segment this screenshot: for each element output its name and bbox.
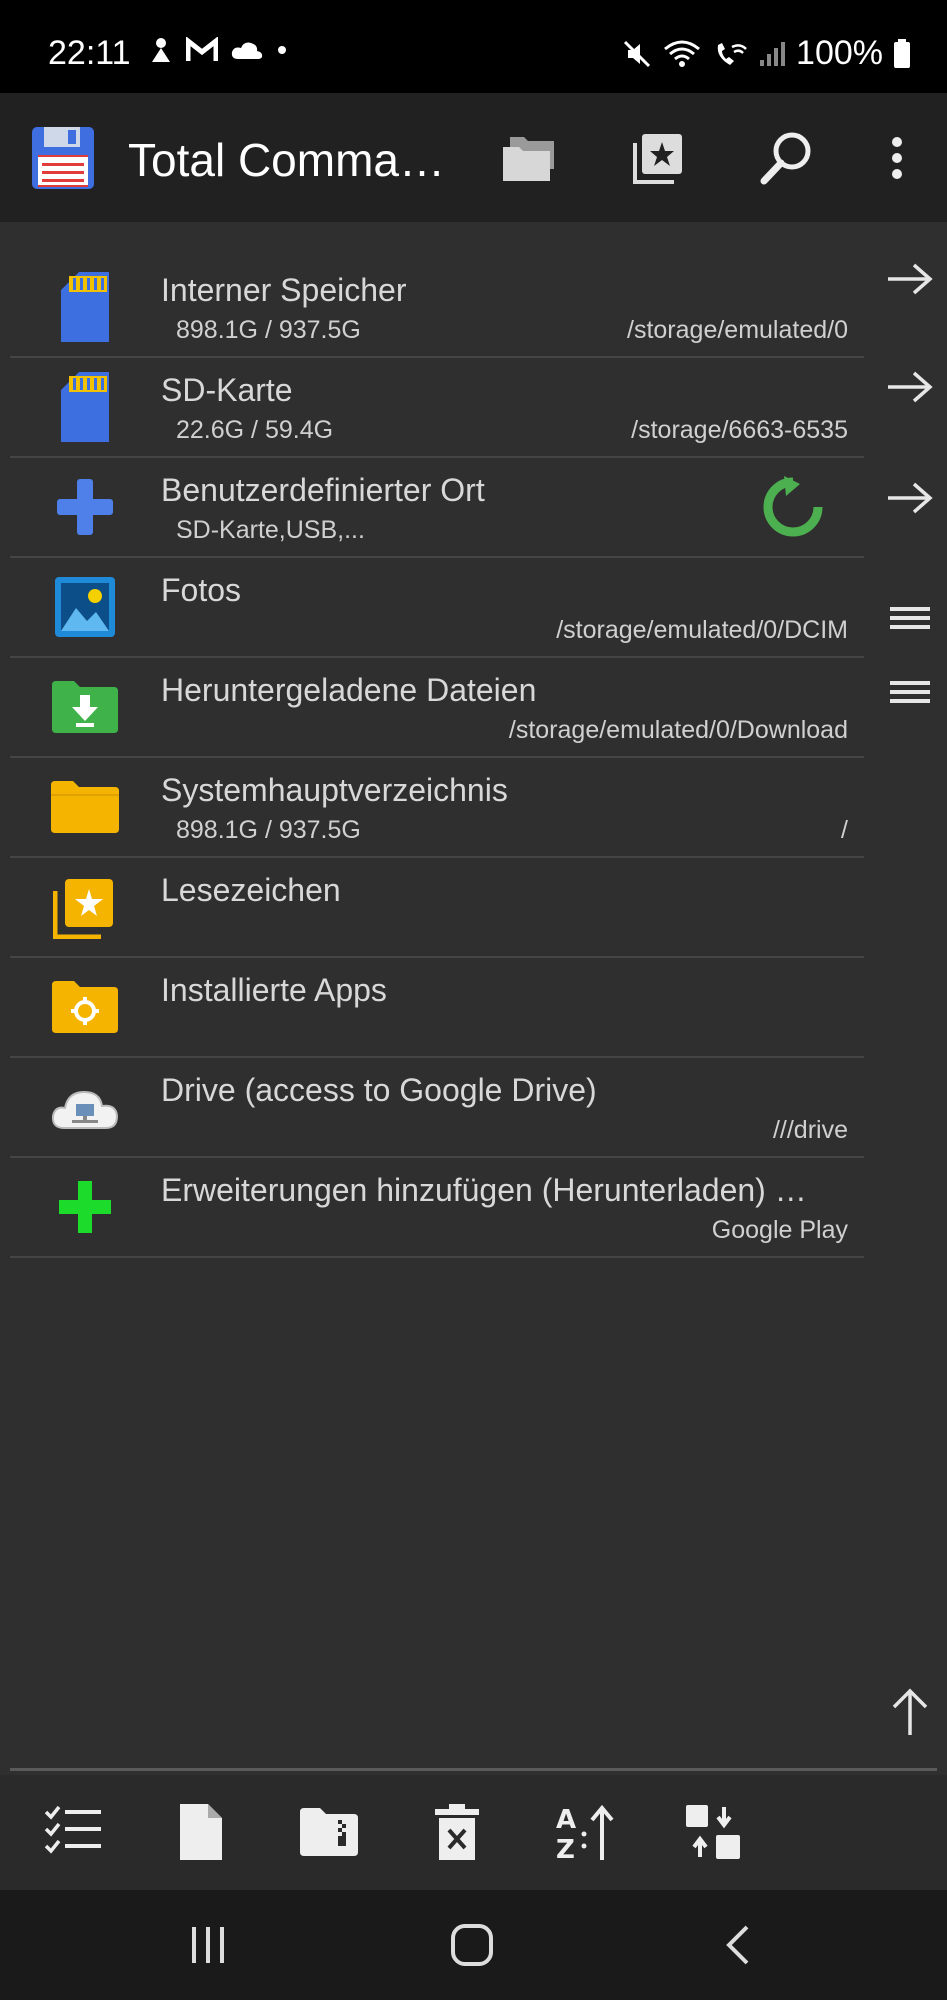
sd-card-icon	[46, 268, 124, 346]
status-right: 100%	[622, 34, 911, 73]
search-icon[interactable]	[752, 123, 822, 193]
bottom-toolbar: AZ	[0, 1775, 947, 1890]
arrow-right-icon[interactable]	[880, 254, 940, 304]
wifi-icon	[664, 40, 700, 67]
arrow-up-icon[interactable]	[880, 1682, 940, 1742]
toolbar-divider	[10, 1768, 937, 1771]
bookmarks-icon[interactable]	[624, 123, 694, 193]
item-path: /	[841, 816, 848, 844]
item-name: Drive (access to Google Drive)	[161, 1072, 597, 1108]
svg-text:Z: Z	[556, 1835, 575, 1862]
item-name: Lesezeichen	[161, 872, 341, 908]
list-item[interactable]: Installierte Apps	[10, 958, 864, 1058]
item-name: SD-Karte	[161, 372, 293, 408]
photo-icon	[46, 568, 124, 646]
system-nav-bar	[0, 1890, 947, 2000]
item-name: Installierte Apps	[161, 972, 387, 1008]
battery-percent: 100%	[796, 34, 883, 72]
select-list-icon[interactable]	[38, 1797, 108, 1867]
delete-icon[interactable]	[422, 1797, 492, 1867]
item-name: Systemhauptverzeichnis	[161, 772, 508, 808]
battery-icon	[894, 38, 910, 68]
plus-icon	[46, 468, 124, 546]
floppy-disk-icon[interactable]	[28, 123, 98, 193]
drag-handle-icon[interactable]	[880, 593, 940, 643]
green-plus-icon	[46, 1168, 124, 1246]
sort-az-icon[interactable]: AZ	[550, 1797, 620, 1867]
list-item[interactable]: Lesezeichen	[10, 858, 864, 958]
app-bar: Total Comma…	[0, 93, 947, 222]
notification-app-icon	[152, 38, 170, 62]
wifi-call-icon	[717, 42, 747, 65]
gmail-icon	[186, 37, 218, 61]
drag-handle-icon[interactable]	[880, 667, 940, 717]
item-path: ///drive	[772, 1116, 848, 1144]
list-item[interactable]: Systemhauptverzeichnis 898.1G / 937.5G /	[10, 758, 864, 858]
apps-folder-icon	[46, 968, 124, 1046]
list-item[interactable]: SD-Karte 22.6G / 59.4G /storage/6663-653…	[10, 358, 864, 458]
new-file-icon[interactable]	[166, 1797, 236, 1867]
bookmarks-folder-icon	[46, 868, 124, 946]
app-title: Total Comma…	[128, 134, 445, 186]
status-time: 22:11	[48, 34, 131, 72]
cloud-status-icon	[231, 42, 263, 59]
item-path: /storage/emulated/0/Download	[508, 716, 848, 744]
folder-icon	[46, 768, 124, 846]
dot-icon	[278, 46, 286, 54]
list-item[interactable]: Heruntergeladene Dateien /storage/emulat…	[10, 658, 864, 758]
list-item[interactable]: Drive (access to Google Drive) ///drive	[10, 1058, 864, 1158]
item-size: 22.6G / 59.4G	[176, 416, 334, 444]
refresh-icon[interactable]	[760, 474, 826, 545]
mute-icon	[623, 40, 651, 67]
item-size: SD-Karte,USB,...	[176, 516, 365, 544]
notification-icons	[148, 36, 288, 64]
status-bar: 22:11 100%	[0, 0, 947, 93]
list-item[interactable]: Interner Speicher 898.1G / 937.5G /stora…	[10, 258, 864, 358]
folders-icon[interactable]	[495, 123, 565, 193]
signal-icon	[760, 41, 786, 66]
arrow-right-icon[interactable]	[880, 362, 940, 412]
item-name: Benutzerdefinierter Ort	[161, 472, 485, 508]
svg-text:A: A	[556, 1805, 576, 1835]
location-list: Interner Speicher 898.1G / 937.5G /stora…	[10, 258, 864, 1258]
sd-card-icon	[46, 368, 124, 446]
item-name: Interner Speicher	[161, 272, 407, 308]
arrow-right-icon[interactable]	[880, 473, 940, 523]
recent-apps-icon[interactable]	[168, 1915, 248, 1975]
item-path: /storage/emulated/0/DCIM	[556, 616, 848, 644]
download-folder-icon	[46, 668, 124, 746]
swap-panels-icon[interactable]	[678, 1797, 748, 1867]
list-item[interactable]: Benutzerdefinierter Ort SD-Karte,USB,...	[10, 458, 864, 558]
cloud-icon	[46, 1068, 124, 1146]
item-size: 898.1G / 937.5G	[176, 816, 361, 844]
item-name: Erweiterungen hinzufügen (Herunterladen)…	[161, 1172, 807, 1208]
item-path: /storage/6663-6535	[631, 416, 848, 444]
item-path: Google Play	[711, 1216, 848, 1244]
item-name: Fotos	[161, 572, 242, 608]
item-size: 898.1G / 937.5G	[176, 316, 361, 344]
item-path: /storage/emulated/0	[627, 316, 848, 344]
list-item[interactable]: Fotos /storage/emulated/0/DCIM	[10, 558, 864, 658]
list-item[interactable]: Erweiterungen hinzufügen (Herunterladen)…	[10, 1158, 864, 1258]
zip-folder-icon[interactable]	[294, 1797, 364, 1867]
more-vert-icon[interactable]	[862, 123, 932, 193]
home-icon[interactable]	[432, 1915, 512, 1975]
item-name: Heruntergeladene Dateien	[161, 672, 537, 708]
back-icon[interactable]	[698, 1915, 778, 1975]
